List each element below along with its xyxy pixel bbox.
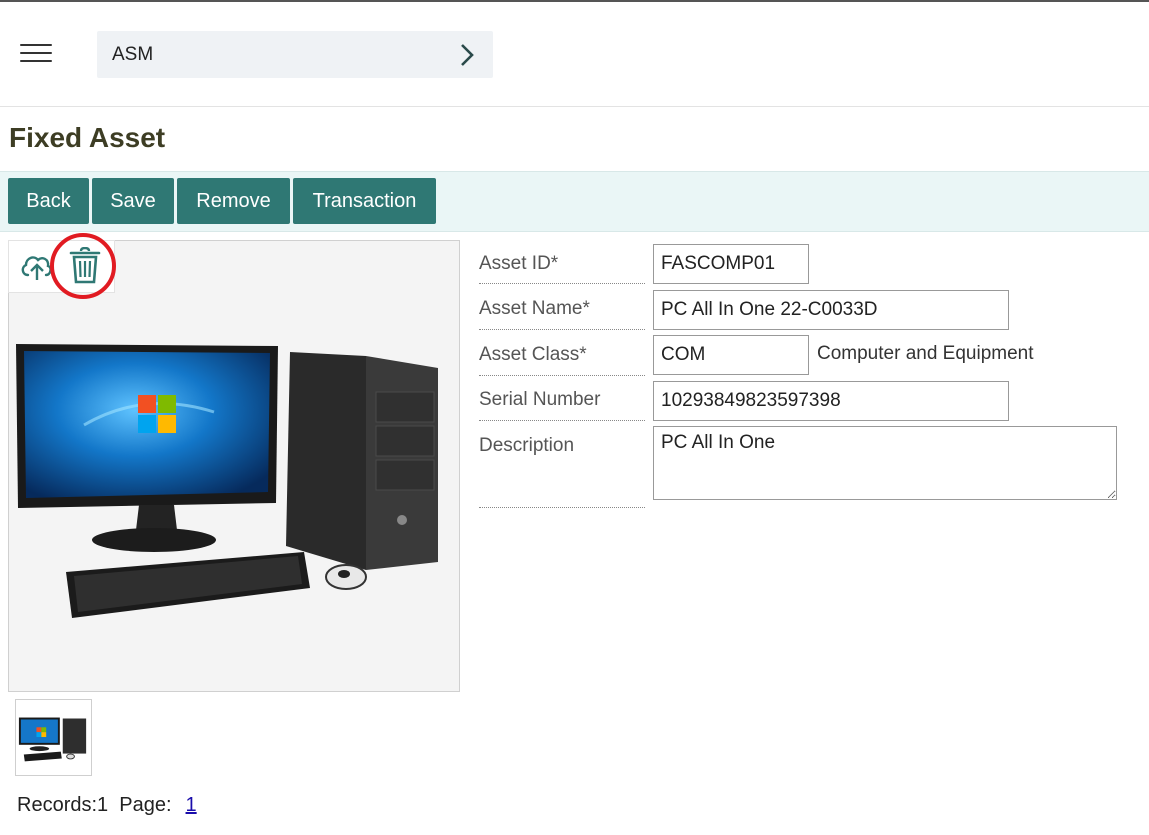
page-title: Fixed Asset	[9, 122, 166, 153]
back-button[interactable]: Back	[8, 178, 89, 224]
asset-class-field[interactable]	[653, 335, 809, 375]
breadcrumb-label: ASM	[112, 44, 154, 65]
chevron-right-icon	[461, 44, 474, 66]
header: ASM	[0, 2, 1149, 107]
description-field[interactable]: PC All In One	[653, 426, 1117, 500]
asset-id-label: Asset ID*	[479, 253, 645, 284]
description-label: Description	[479, 435, 645, 508]
asset-id-field[interactable]	[653, 244, 809, 284]
transaction-button[interactable]: Transaction	[293, 178, 436, 224]
asset-name-label: Asset Name*	[479, 298, 645, 330]
toolbar: Back Save Remove Transaction	[0, 171, 1149, 232]
save-button[interactable]: Save	[92, 178, 174, 224]
records-text: Records:1 Page:	[17, 794, 172, 816]
computer-image	[16, 344, 438, 618]
image-tools	[8, 240, 115, 293]
trash-icon[interactable]	[68, 247, 102, 285]
image-thumbnail[interactable]	[15, 699, 92, 776]
pager: Records:1 Page: 1	[17, 794, 197, 817]
page-link[interactable]: 1	[186, 794, 197, 816]
asset-class-description: Computer and Equipment	[817, 343, 1034, 364]
remove-button[interactable]: Remove	[177, 178, 290, 224]
serial-number-field[interactable]	[653, 381, 1009, 421]
breadcrumb[interactable]: ASM	[97, 31, 493, 78]
serial-number-label: Serial Number	[479, 389, 645, 421]
thumbnail-image	[18, 717, 87, 762]
hamburger-menu-icon[interactable]	[20, 44, 52, 68]
asset-name-field[interactable]	[653, 290, 1009, 330]
cloud-upload-icon[interactable]	[19, 249, 53, 283]
asset-class-label: Asset Class*	[479, 344, 645, 376]
